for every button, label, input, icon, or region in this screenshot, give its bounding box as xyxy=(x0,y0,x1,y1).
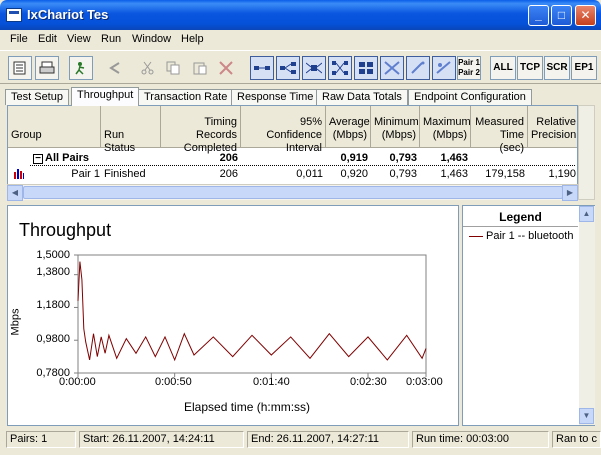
scroll-up-icon[interactable]: ▲ xyxy=(579,206,594,222)
menu-window[interactable]: Window xyxy=(132,33,171,45)
back-icon[interactable] xyxy=(103,56,127,80)
status-pairs: Pairs: 1 xyxy=(6,431,76,448)
cell-timing: 206 xyxy=(219,152,238,164)
grid-header: Group Run Status Timing Records Completed… xyxy=(8,106,577,154)
tab-test-setup[interactable]: Test Setup xyxy=(5,89,69,105)
bar-chart-icon xyxy=(10,167,24,181)
legend-scrollbar[interactable]: ▲ ▼ xyxy=(579,206,595,425)
cell-confidence: 0,011 xyxy=(296,168,323,180)
delete-icon[interactable] xyxy=(214,56,238,80)
tab-raw-data-totals[interactable]: Raw Data Totals xyxy=(316,89,408,105)
ep1-button[interactable]: EP1 xyxy=(571,56,597,80)
cut-icon[interactable] xyxy=(136,56,160,80)
run-icon[interactable] xyxy=(69,56,93,80)
tcp-button[interactable]: TCP xyxy=(517,56,543,80)
status-end: End: 26.11.2007, 14:27:11 xyxy=(247,431,409,448)
legend-pane: Legend Pair 1 -- bluetooth ▲ ▼ xyxy=(462,205,595,426)
grid-vertical-scrollbar[interactable] xyxy=(578,105,595,200)
new-icon[interactable] xyxy=(8,56,32,80)
scroll-thumb[interactable] xyxy=(23,186,563,199)
menu-help[interactable]: Help xyxy=(181,33,204,45)
scroll-down-icon[interactable]: ▼ xyxy=(579,408,594,424)
status-ran: Ran to c xyxy=(552,431,601,448)
menu-view[interactable]: View xyxy=(67,33,91,45)
tab-strip: Test Setup Throughput Transaction Rate R… xyxy=(5,87,597,106)
col-measured-time[interactable]: Measured Time (sec) xyxy=(471,106,528,154)
cell-maximum: 1,463 xyxy=(440,152,468,164)
title-bar: IxChariot Tes _ □ ✕ xyxy=(0,0,601,30)
cell-relative-precision: 1,190 xyxy=(548,168,576,180)
menu-bar: File Edit View Run Window Help xyxy=(0,30,601,49)
cell-timing: 206 xyxy=(219,168,238,180)
status-runtime: Run time: 00:03:00 xyxy=(412,431,549,448)
cell-minimum: 0,793 xyxy=(389,168,417,180)
cell-average: 0,920 xyxy=(340,168,368,180)
toolbar: Pair 1 Pair 2 ALL TCP SCR EP1 xyxy=(0,50,601,84)
hub-icon[interactable] xyxy=(302,56,326,80)
tab-endpoint-configuration[interactable]: Endpoint Configuration xyxy=(408,89,532,105)
cell-minimum: 0,793 xyxy=(389,152,417,164)
throughput-plot xyxy=(74,254,427,377)
legend-divider xyxy=(463,226,578,227)
menu-edit[interactable]: Edit xyxy=(38,33,57,45)
pair-label-2: Pair 2 xyxy=(458,68,480,77)
cell-maximum: 1,463 xyxy=(440,168,468,180)
menu-file[interactable]: File xyxy=(10,33,28,45)
tab-throughput[interactable]: Throughput xyxy=(71,87,140,106)
add-multicast-icon[interactable] xyxy=(276,56,300,80)
status-start: Start: 26.11.2007, 14:24:11 xyxy=(79,431,244,448)
maximize-button[interactable]: □ xyxy=(551,5,572,26)
menu-run[interactable]: Run xyxy=(101,33,121,45)
tab-transaction-rate[interactable]: Transaction Rate xyxy=(138,89,234,105)
row-separator xyxy=(30,165,575,166)
mesh-icon[interactable] xyxy=(328,56,352,80)
scroll-right-icon[interactable]: ▶ xyxy=(562,185,578,201)
col-timing-records[interactable]: Timing Records Completed xyxy=(161,106,241,154)
cell-average: 0,919 xyxy=(340,152,368,164)
app-icon xyxy=(6,8,22,22)
legend-swatch xyxy=(469,235,483,237)
grid-horizontal-scrollbar[interactable]: ◀ ▶ xyxy=(7,184,578,201)
table-row-all-pairs[interactable]: − All Pairs 206 0,919 0,793 1,463 xyxy=(8,151,577,165)
print-icon[interactable] xyxy=(35,56,59,80)
plot-frame xyxy=(77,254,427,374)
col-confidence[interactable]: 95% Confidence Interval xyxy=(241,106,326,154)
pair-toggle-button[interactable]: Pair 1 Pair 2 xyxy=(457,56,481,80)
scr-button[interactable]: SCR xyxy=(544,56,570,80)
wand-icon[interactable] xyxy=(406,56,430,80)
window-title: IxChariot Tes xyxy=(27,7,109,22)
close-button[interactable]: ✕ xyxy=(575,5,596,26)
legend-entry-pair-1[interactable]: Pair 1 -- bluetooth xyxy=(469,230,577,242)
col-group[interactable]: Group xyxy=(8,106,101,148)
chart-pane: Throughput Mbps 1,5000 1,3800 1,1800 0,9… xyxy=(7,205,459,426)
table-row-pair-1[interactable]: Pair 1 Finished 206 0,011 0,920 0,793 1,… xyxy=(8,167,577,181)
col-relative-precision[interactable]: Relative Precision xyxy=(528,106,577,148)
cell-group: − All Pairs xyxy=(30,151,103,165)
cross-icon[interactable] xyxy=(380,56,404,80)
expand-toggle[interactable]: − xyxy=(33,154,43,164)
filter-icon[interactable] xyxy=(432,56,456,80)
col-minimum[interactable]: Minimum (Mbps) xyxy=(371,106,420,148)
col-average[interactable]: Average (Mbps) xyxy=(326,106,371,148)
cell-run-status: Finished xyxy=(104,168,146,180)
col-maximum[interactable]: Maximum (Mbps) xyxy=(420,106,471,148)
copy-icon[interactable] xyxy=(161,56,185,80)
cell-group: Pair 1 xyxy=(71,168,100,180)
legend-title: Legend xyxy=(499,210,542,224)
add-pair-icon[interactable] xyxy=(250,56,274,80)
tab-response-time[interactable]: Response Time xyxy=(231,89,320,105)
all-button[interactable]: ALL xyxy=(490,56,516,80)
cell-measured-time: 179,158 xyxy=(485,168,525,180)
minimize-button[interactable]: _ xyxy=(528,5,549,26)
pair-label-1: Pair 1 xyxy=(458,58,480,67)
status-bar: Pairs: 1 Start: 26.11.2007, 14:24:11 End… xyxy=(0,429,601,455)
col-run-status[interactable]: Run Status xyxy=(101,106,161,154)
scroll-left-icon[interactable]: ◀ xyxy=(7,185,23,201)
paste-icon[interactable] xyxy=(188,56,212,80)
grid-icon[interactable] xyxy=(354,56,378,80)
